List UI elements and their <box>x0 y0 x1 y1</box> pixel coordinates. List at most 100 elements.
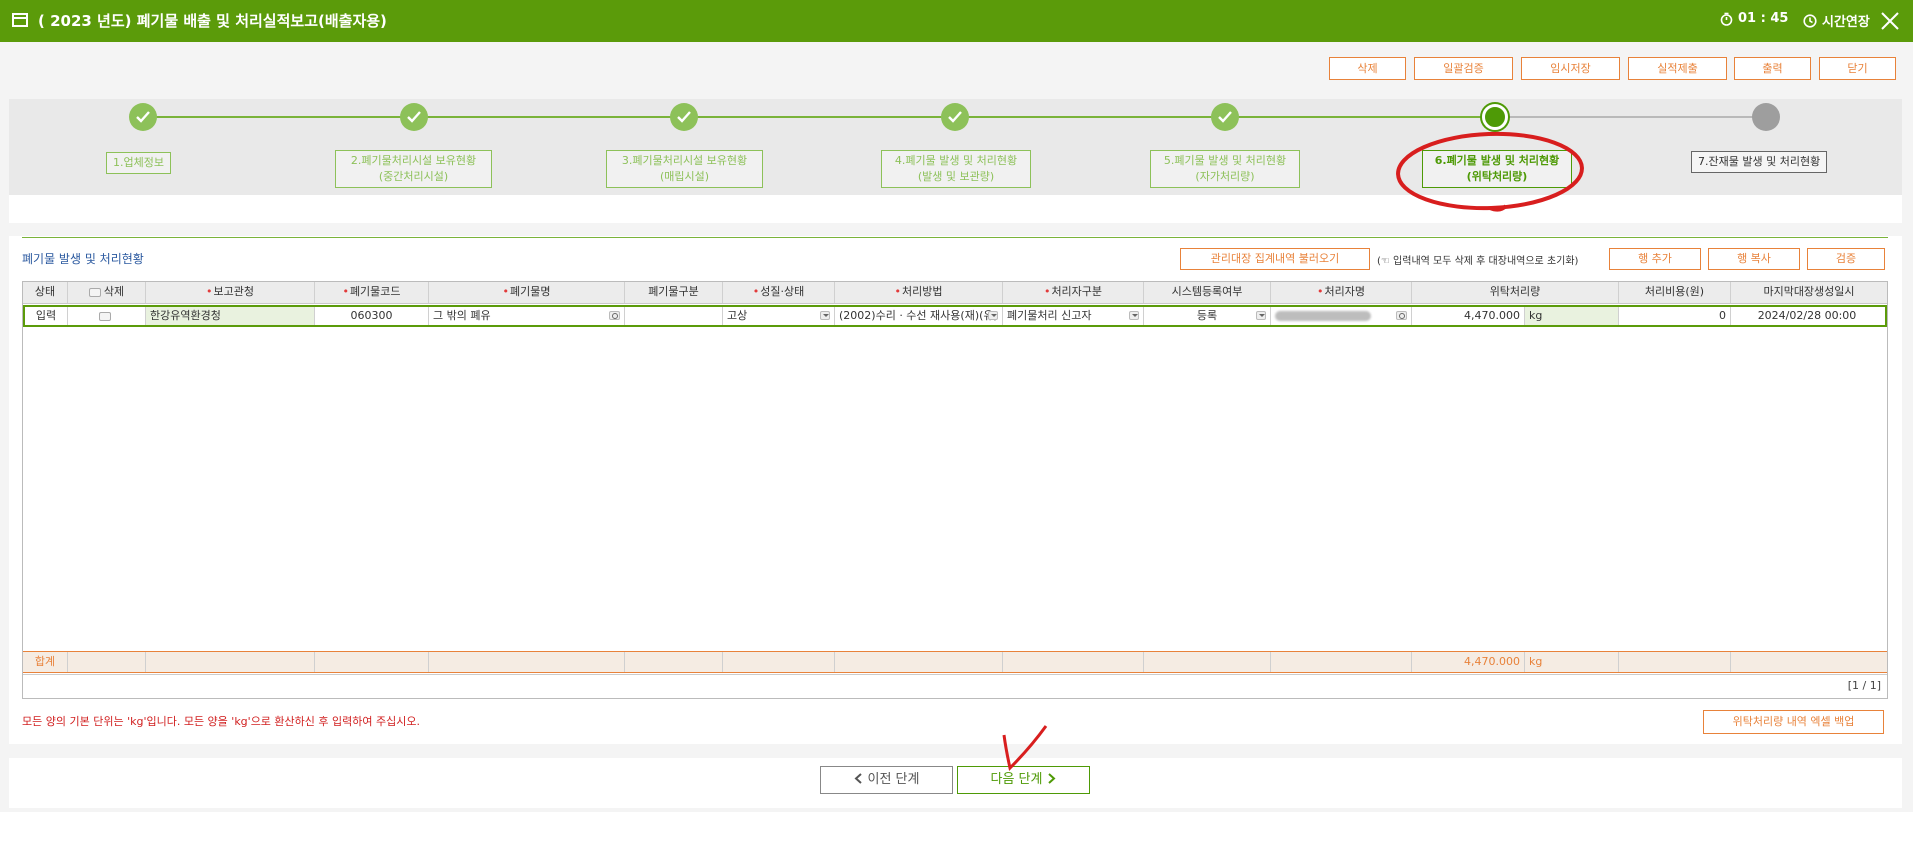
chevron-down-icon[interactable] <box>988 311 998 320</box>
step-3-check-icon <box>670 103 698 131</box>
row-amount[interactable]: 4,470.000 <box>1412 307 1525 325</box>
handler-search-icon[interactable] <box>1396 311 1407 320</box>
col-handler-name: 처리자명 <box>1271 282 1412 303</box>
batch-verify-button[interactable]: 일괄검증 <box>1414 57 1513 80</box>
extend-time-button[interactable]: 시간연장 <box>1803 11 1870 30</box>
col-amount: 위탁처리량 <box>1412 282 1619 303</box>
chevron-down-icon[interactable] <box>1129 311 1139 320</box>
total-empty <box>315 652 429 672</box>
next-step-button[interactable]: 다음 단계 <box>957 766 1090 794</box>
row-handler-type-select[interactable]: 폐기물처리 신고자 <box>1003 307 1144 325</box>
total-empty <box>625 652 723 672</box>
stopwatch-icon <box>1720 12 1733 26</box>
total-label: 합계 <box>23 652 68 672</box>
step-5-label[interactable]: 5.폐기물 발생 및 처리현황 (자가처리량) <box>1150 150 1300 188</box>
add-row-button[interactable]: 행 추가 <box>1609 248 1701 270</box>
load-hint-text: (☜ 입력내역 모두 삭제 후 대장내역으로 초기화) <box>1377 256 1579 267</box>
waste-grid: 상태 삭제 보고관청 폐기물코드 폐기물명 폐기물구분 성질·상태 처리방법 처… <box>22 281 1888 699</box>
col-method: 처리방법 <box>835 282 1003 303</box>
step-3-label[interactable]: 3.폐기물처리시설 보유현황 (매립시설) <box>606 150 763 188</box>
col-last-date: 마지막대장생성일시 <box>1763 285 1855 298</box>
close-button[interactable]: 닫기 <box>1819 57 1896 80</box>
prev-step-label: 이전 단계 <box>867 772 920 787</box>
timer-value: 01 : 45 <box>1738 11 1789 26</box>
step-7-pending-dot <box>1752 103 1780 131</box>
footer-bar <box>9 758 1902 808</box>
total-empty <box>1619 652 1731 672</box>
col-name: 폐기물명 <box>429 282 625 303</box>
section-divider <box>22 237 1888 238</box>
row-property: 고상 <box>727 309 748 322</box>
step-6-current-dot <box>1482 104 1508 130</box>
col-code: 폐기물코드 <box>315 282 429 303</box>
temp-save-button[interactable]: 임시저장 <box>1521 57 1620 80</box>
total-empty <box>723 652 835 672</box>
col-delete[interactable]: 삭제 <box>68 282 146 303</box>
stepper-progress-line <box>143 116 1494 118</box>
chevron-right-icon <box>1048 773 1056 784</box>
row-name-cell[interactable]: 그 밖의 폐유 <box>429 307 625 325</box>
row-code: 060300 <box>315 307 429 325</box>
copy-row-button[interactable]: 행 복사 <box>1708 248 1800 270</box>
step-1-label[interactable]: 1.업체정보 <box>106 152 171 174</box>
row-registered: 등록 <box>1196 309 1218 322</box>
total-empty <box>68 652 146 672</box>
col-cost: 처리비용(원) <box>1619 282 1731 303</box>
row-registered-select[interactable]: 등록 <box>1144 307 1271 325</box>
load-ledger-button[interactable]: 관리대장 집계내역 불러오기 <box>1180 248 1370 270</box>
chevron-down-icon[interactable] <box>820 311 830 320</box>
select-all-checkbox[interactable] <box>88 287 101 297</box>
chevron-down-icon[interactable] <box>1256 311 1266 320</box>
verify-button[interactable]: 검증 <box>1807 248 1885 270</box>
step-2-label[interactable]: 2.폐기물처리시설 보유현황 (중간처리시설) <box>335 150 492 188</box>
row-name: 그 밖의 폐유 <box>433 309 491 322</box>
delete-button[interactable]: 삭제 <box>1329 57 1406 80</box>
total-empty <box>1003 652 1144 672</box>
step-7-label[interactable]: 7.잔재물 발생 및 처리현황 <box>1691 151 1828 173</box>
row-cost[interactable]: 0 <box>1619 307 1731 325</box>
step-4-label[interactable]: 4.폐기물 발생 및 처리현황 (발생 및 보관량) <box>881 150 1031 188</box>
row-status: 입력 <box>25 307 68 325</box>
row-property-select[interactable]: 고상 <box>723 307 835 325</box>
submit-button[interactable]: 실적제출 <box>1628 57 1727 80</box>
total-empty <box>1144 652 1271 672</box>
clock-icon <box>1803 13 1817 28</box>
row-unit: kg <box>1525 307 1619 325</box>
row-delete-checkbox[interactable] <box>99 311 111 321</box>
col-office: 보고관청 <box>146 282 315 303</box>
excel-backup-button[interactable]: 위탁처리량 내역 엑셀 백업 <box>1703 710 1884 734</box>
row-last-date: 2024/02/28 00:00 <box>1757 309 1857 322</box>
col-handler-type: 처리자구분 <box>1003 282 1144 303</box>
extend-time-label: 시간연장 <box>1822 15 1870 30</box>
row-handler-type: 폐기물처리 신고자 <box>1007 309 1092 322</box>
total-amount: 4,470.000 <box>1412 652 1525 672</box>
step-6-label[interactable]: 6.폐기물 발생 및 처리현황 (위탁처리량) <box>1422 150 1572 188</box>
total-empty <box>146 652 315 672</box>
step-2-check-icon <box>400 103 428 131</box>
step-5-check-icon <box>1211 103 1239 131</box>
chevron-left-icon <box>854 773 862 784</box>
unit-notice: 모든 양의 기본 단위는 'kg'입니다. 모든 양을 'kg'으로 환산하신 … <box>22 715 420 728</box>
step-1-check-icon <box>129 103 157 131</box>
session-timer: 01 : 45 <box>1720 11 1788 26</box>
col-property: 성질·상태 <box>723 282 835 303</box>
prev-step-button[interactable]: 이전 단계 <box>820 766 953 794</box>
grid-header: 상태 삭제 보고관청 폐기물코드 폐기물명 폐기물구분 성질·상태 처리방법 처… <box>23 282 1887 304</box>
total-row: 합계 4,470.000 kg <box>23 651 1887 673</box>
close-window-icon[interactable] <box>1880 11 1900 31</box>
col-category: 폐기물구분 <box>625 282 723 303</box>
waste-search-icon[interactable] <box>609 311 620 320</box>
row-office: 한강유역환경청 <box>146 307 315 325</box>
total-empty <box>429 652 625 672</box>
title-bar: ( 2023 년도) 폐기물 배출 및 처리실적보고(배출자용) 01 : 45… <box>0 0 1913 42</box>
row-handler-name-cell[interactable] <box>1271 307 1412 325</box>
window-icon <box>12 13 28 27</box>
section-title: 폐기물 발생 및 처리현황 <box>22 252 144 266</box>
row-delete-cell[interactable] <box>68 307 146 325</box>
grid-pager: [1 / 1] <box>23 674 1887 696</box>
col-status: 상태 <box>23 282 68 303</box>
table-row[interactable]: 입력 한강유역환경청 060300 그 밖의 폐유 고상 (2002)수리 · … <box>23 305 1887 327</box>
row-method-select[interactable]: (2002)수리 · 수선 재사용(재)(유) <box>835 307 1003 325</box>
row-category[interactable] <box>625 307 723 325</box>
print-button[interactable]: 출력 <box>1734 57 1811 80</box>
